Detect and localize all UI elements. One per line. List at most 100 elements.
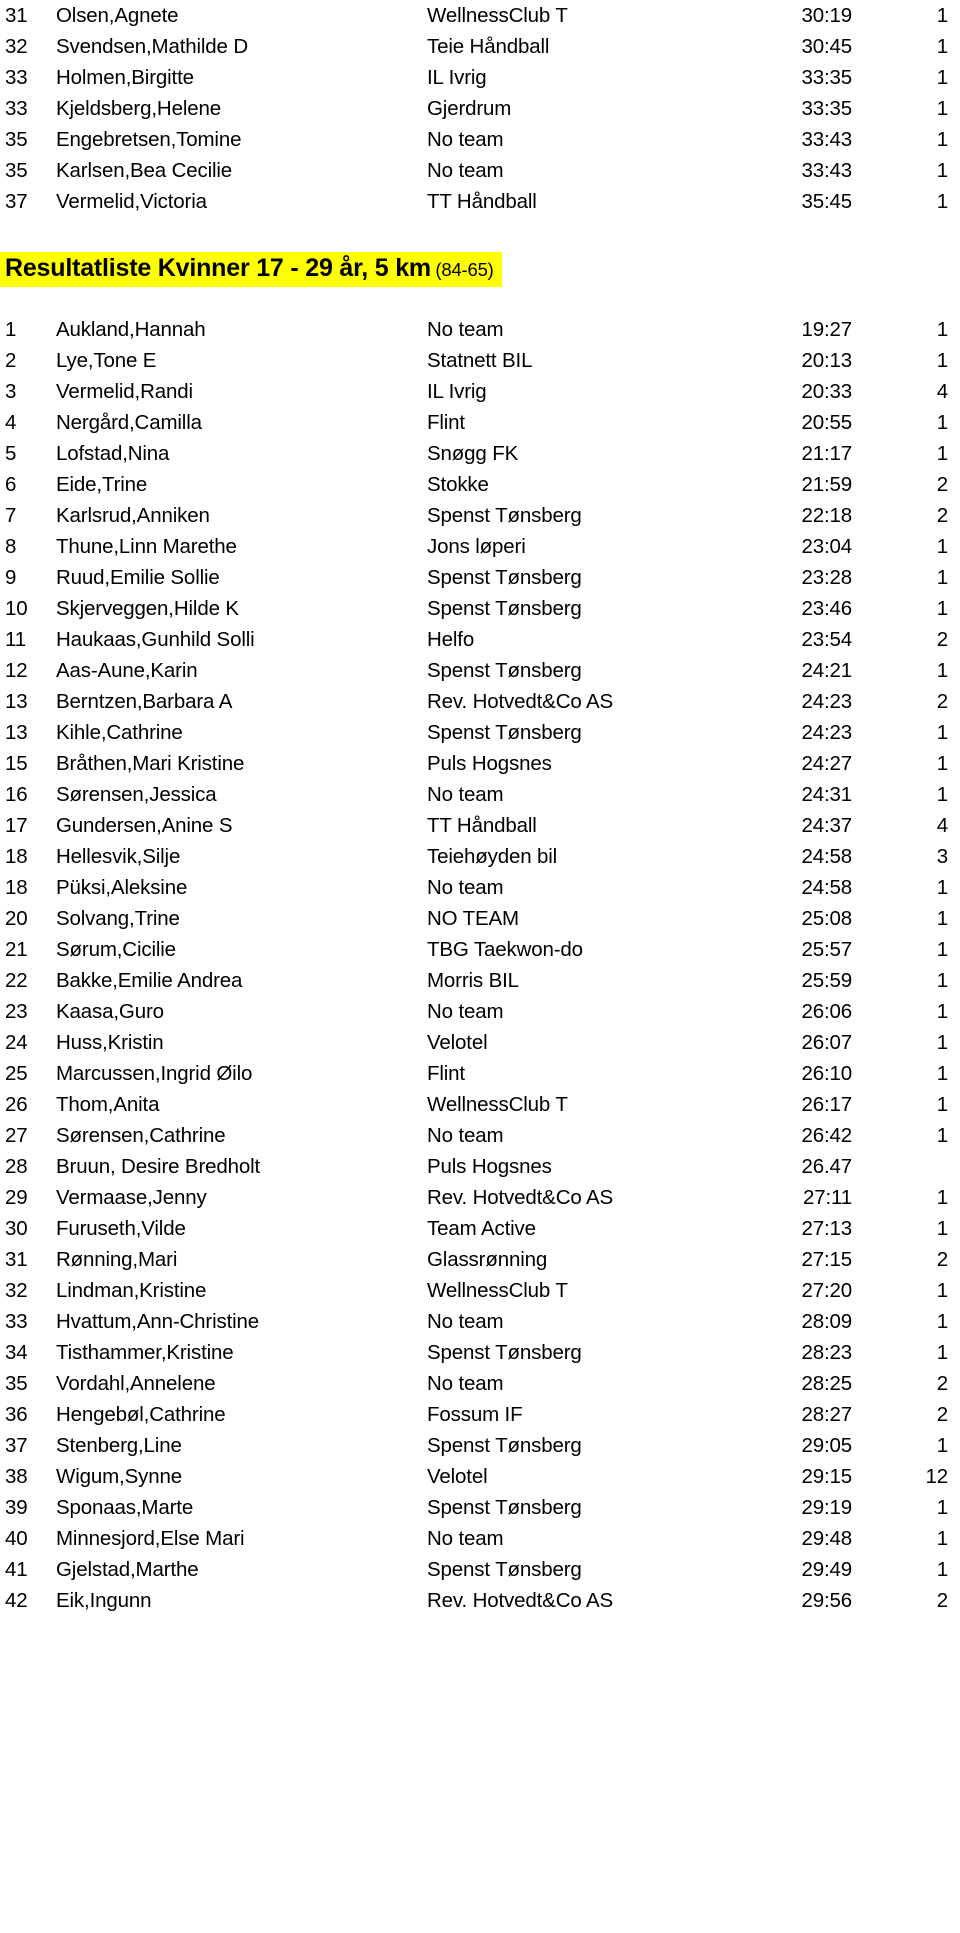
cell-rank: 39 <box>5 1496 28 1519</box>
cell-extra: 1 <box>936 1186 948 1209</box>
table-row: 7 Karlsrud,Anniken Spenst Tønsberg 22:18 2 <box>0 500 960 531</box>
table-row: 1 Aukland,Hannah No team 19:27 1 <box>0 314 960 345</box>
cell-name: Nergård,Camilla <box>56 411 202 434</box>
cell-rank: 7 <box>5 504 17 527</box>
cell-team: No team <box>427 128 504 151</box>
cell-team: WellnessClub T <box>427 1279 568 1302</box>
cell-rank: 2 <box>5 349 17 372</box>
spacer-after-heading <box>0 296 960 314</box>
cell-name: Karlsrud,Anniken <box>56 504 210 527</box>
results-table-main: 1 Aukland,Hannah No team 19:27 1 2 Lye,Tone ES… <box>0 314 960 1616</box>
cell-team: IL Ivrig <box>427 66 487 89</box>
cell-rank: 1 <box>5 318 17 341</box>
cell-time: 23:54 <box>801 628 852 651</box>
cell-extra: 1 <box>936 1000 948 1023</box>
cell-extra: 1 <box>936 1341 948 1364</box>
cell-rank: 25 <box>5 1062 28 1085</box>
cell-time: 33:43 <box>801 159 852 182</box>
cell-name: Aas-Aune,Karin <box>56 659 198 682</box>
table-row: 33 Kjeldsberg,Helene Gjerdrum 33:35 1 <box>0 93 960 124</box>
cell-extra: 1 <box>936 783 948 806</box>
cell-name: Wigum,Synne <box>56 1465 182 1488</box>
cell-name: Hvattum,Ann-Christine <box>56 1310 260 1333</box>
cell-extra: 2 <box>936 1248 948 1271</box>
cell-team: Spenst Tønsberg <box>427 659 582 682</box>
cell-rank: 22 <box>5 969 28 992</box>
cell-name: Thom,Anita <box>56 1093 160 1116</box>
table-row: 35 Engebretsen,Tomine No team 33:43 1 <box>0 124 960 155</box>
cell-name: Haukaas,Gunhild Solli <box>56 628 255 651</box>
cell-time: 26:07 <box>801 1031 852 1054</box>
cell-time: 26:42 <box>801 1124 852 1147</box>
table-row: 8 Thune,Linn Marethe Jons løperi 23:04 1 <box>0 531 960 562</box>
cell-extra: 2 <box>936 473 948 496</box>
cell-extra: 1 <box>936 1527 948 1550</box>
cell-time: 23:28 <box>801 566 852 589</box>
table-row: 18 Hellesvik,Silje Teiehøyden bil 24:58 3 <box>0 841 960 872</box>
cell-time: 27:20 <box>801 1279 852 1302</box>
cell-rank: 33 <box>5 1310 28 1333</box>
cell-extra: 1 <box>936 1496 948 1519</box>
cell-team: Flint <box>427 411 465 434</box>
cell-time: 23:04 <box>801 535 852 558</box>
cell-time: 33:35 <box>801 66 852 89</box>
cell-team: Gjerdrum <box>427 97 512 120</box>
cell-time: 27:13 <box>801 1217 852 1240</box>
cell-team: No team <box>427 1000 504 1023</box>
cell-team: Morris BIL <box>427 969 519 992</box>
cell-extra: 2 <box>936 628 948 651</box>
cell-time: 21:59 <box>801 473 852 496</box>
table-row: 11 Haukaas,Gunhild Solli Helfo 23:54 2 <box>0 624 960 655</box>
cell-rank: 21 <box>5 938 28 961</box>
table-row: 16 Sørensen,Jessica No team 24:31 1 <box>0 779 960 810</box>
cell-rank: 11 <box>5 628 26 651</box>
cell-rank: 31 <box>5 1248 28 1271</box>
table-row: 42 Eik,Ingunn Rev. Hotvedt&Co AS 29:56 2 <box>0 1585 960 1616</box>
cell-team: Helfo <box>427 628 475 651</box>
cell-time: 22:18 <box>801 504 852 527</box>
table-row: 21 Sørum,Cicilie TBG Taekwon-do 25:57 1 <box>0 934 960 965</box>
cell-rank: 9 <box>5 566 17 589</box>
cell-extra: 1 <box>936 659 948 682</box>
cell-name: Lindman,Kristine <box>56 1279 207 1302</box>
cell-team: Puls Hogsnes <box>427 752 552 775</box>
cell-extra: 1 <box>936 969 948 992</box>
table-row: 36 Hengebøl,Cathrine Fossum IF 28:27 2 <box>0 1399 960 1430</box>
cell-team: TBG Taekwon-do <box>427 938 583 961</box>
cell-time: 26:06 <box>801 1000 852 1023</box>
cell-extra: 4 <box>936 814 948 837</box>
cell-extra: 1 <box>936 128 948 151</box>
cell-time: 20:55 <box>801 411 852 434</box>
table-row: 34 Tisthammer,Kristine Spenst Tønsberg 28:2… <box>0 1337 960 1368</box>
cell-team: IL Ivrig <box>427 380 487 403</box>
cell-name: Hellesvik,Silje <box>56 845 181 868</box>
cell-rank: 13 <box>5 721 28 744</box>
cell-team: Flint <box>427 1062 465 1085</box>
table-row: 24 Huss,Kristin Velotel 26:07 1 <box>0 1027 960 1058</box>
cell-name: Sørensen,Jessica <box>56 783 217 806</box>
cell-time: 29:49 <box>801 1558 852 1581</box>
cell-time: 27:11 <box>802 1186 852 1209</box>
cell-extra: 1 <box>936 1062 948 1085</box>
cell-rank: 28 <box>5 1155 28 1178</box>
cell-extra: 1 <box>936 938 948 961</box>
cell-team: No team <box>427 159 504 182</box>
cell-name: Marcussen,Ingrid Øilo <box>56 1062 253 1085</box>
cell-rank: 41 <box>5 1558 28 1581</box>
table-row: 13 Kihle,Cathrine Spenst Tønsberg 24:23 1 <box>0 717 960 748</box>
cell-team: No team <box>427 876 504 899</box>
cell-time: 24:37 <box>801 814 852 837</box>
cell-rank: 20 <box>5 907 28 930</box>
table-row: 37 Stenberg,Line Spenst Tønsberg 29:05 1 <box>0 1430 960 1461</box>
cell-rank: 8 <box>5 535 17 558</box>
cell-extra: 1 <box>936 1558 948 1581</box>
cell-name: Eik,Ingunn <box>56 1589 152 1612</box>
cell-name: Ruud,Emilie Sollie <box>56 566 220 589</box>
cell-extra: 2 <box>936 1372 948 1395</box>
cell-extra: 3 <box>936 845 948 868</box>
cell-rank: 38 <box>5 1465 28 1488</box>
cell-name: Furuseth,Vilde <box>56 1217 186 1240</box>
cell-rank: 6 <box>5 473 17 496</box>
section-title-range: (84-65) <box>435 258 494 280</box>
table-row: 23 Kaasa,Guro No team 26:06 1 <box>0 996 960 1027</box>
